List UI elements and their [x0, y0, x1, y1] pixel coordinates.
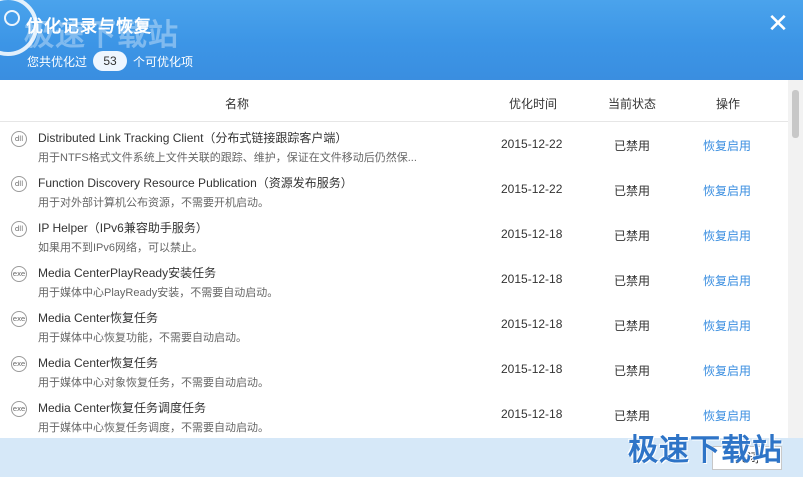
row-time: 2015-12-18 — [501, 362, 563, 376]
optimization-list: dll Distributed Link Tracking Client（分布式… — [0, 122, 788, 438]
exe-file-icon: exe — [11, 401, 27, 417]
watermark-top: 极速下载站 — [24, 18, 179, 53]
row-description: 用于媒体中心PlayReady安装，不需要自动启动。 — [38, 287, 279, 299]
row-description: 用于媒体中心对象恢复任务，不需要自动启动。 — [38, 377, 269, 389]
exe-file-icon: exe — [11, 356, 27, 372]
column-header-time: 优化时间 — [509, 97, 558, 111]
row-description: 用于媒体中心恢复功能，不需要自动启动。 — [38, 332, 247, 344]
row-time: 2015-12-22 — [501, 182, 563, 196]
table-header: 名称 优化时间 当前状态 操作 — [0, 80, 788, 122]
row-name: Function Discovery Resource Publication（… — [38, 176, 353, 190]
table-row: exe Media Center恢复任务 用于媒体中心恢复功能，不需要自动启动。… — [0, 302, 788, 347]
summary-count-badge: 53 — [93, 51, 128, 71]
restore-link[interactable]: 恢复启用 — [703, 227, 751, 244]
restore-link[interactable]: 恢复启用 — [703, 362, 751, 379]
row-status: 已禁用 — [614, 274, 651, 288]
table-row: exe Media CenterPlayReady安装任务 用于媒体中心Play… — [0, 257, 788, 302]
row-description: 如果用不到IPv6网络，可以禁止。 — [38, 242, 204, 254]
row-name: IP Helper（IPv6兼容助手服务） — [38, 221, 208, 235]
row-status: 已禁用 — [614, 229, 651, 243]
row-description: 用于媒体中心恢复任务调度，不需要自动启动。 — [38, 422, 269, 434]
dll-file-icon: dll — [11, 131, 27, 147]
row-time: 2015-12-18 — [501, 317, 563, 331]
summary-prefix: 您共优化过 — [27, 54, 88, 69]
restore-link[interactable]: 恢复启用 — [703, 407, 751, 424]
summary-suffix: 个可优化项 — [133, 54, 194, 69]
column-header-name: 名称 — [225, 97, 250, 111]
table-row: exe Media Center恢复任务 用于媒体中心对象恢复任务，不需要自动启… — [0, 347, 788, 392]
dialog-header: 优化记录与恢复 极速下载站 ✕ 您共优化过 53 个可优化项 — [0, 0, 803, 80]
row-time: 2015-12-18 — [501, 272, 563, 286]
restore-link[interactable]: 恢复启用 — [703, 137, 751, 154]
row-name: Media Center恢复任务调度任务 — [38, 401, 207, 415]
table-row: dll IP Helper（IPv6兼容助手服务） 如果用不到IPv6网络，可以… — [0, 212, 788, 257]
restore-link[interactable]: 恢复启用 — [703, 182, 751, 199]
table-row: dll Distributed Link Tracking Client（分布式… — [0, 122, 788, 167]
row-time: 2015-12-18 — [501, 227, 563, 241]
row-description: 用于NTFS格式文件系统上文件关联的跟踪、维护，保证在文件移动后仍然保... — [38, 152, 417, 164]
exe-file-icon: exe — [11, 266, 27, 282]
table-row: dll Function Discovery Resource Publicat… — [0, 167, 788, 212]
dll-file-icon: dll — [11, 176, 27, 192]
column-header-status: 当前状态 — [608, 97, 657, 111]
watermark-bottom: 极速下载站 — [628, 433, 783, 468]
scrollbar-thumb[interactable] — [792, 90, 799, 138]
restore-link[interactable]: 恢复启用 — [703, 272, 751, 289]
close-icon[interactable]: ✕ — [765, 10, 791, 36]
row-name: Media Center恢复任务 — [38, 311, 159, 325]
row-status: 已禁用 — [614, 139, 651, 153]
vertical-scrollbar[interactable] — [788, 80, 803, 438]
column-header-op: 操作 — [716, 97, 741, 111]
dll-file-icon: dll — [11, 221, 27, 237]
row-time: 2015-12-18 — [501, 407, 563, 421]
row-name: Distributed Link Tracking Client（分布式链接跟踪… — [38, 131, 348, 145]
row-name: Media Center恢复任务 — [38, 356, 159, 370]
row-status: 已禁用 — [614, 409, 651, 423]
exe-file-icon: exe — [11, 311, 27, 327]
row-status: 已禁用 — [614, 184, 651, 198]
logo-dot-icon — [4, 10, 20, 26]
optimization-summary: 您共优化过 53 个可优化项 — [27, 51, 193, 71]
row-name: Media CenterPlayReady安装任务 — [38, 266, 217, 280]
row-description: 用于对外部计算机公布资源，不需要开机启动。 — [38, 197, 269, 209]
row-status: 已禁用 — [614, 364, 651, 378]
row-time: 2015-12-22 — [501, 137, 563, 151]
restore-link[interactable]: 恢复启用 — [703, 317, 751, 334]
row-status: 已禁用 — [614, 319, 651, 333]
